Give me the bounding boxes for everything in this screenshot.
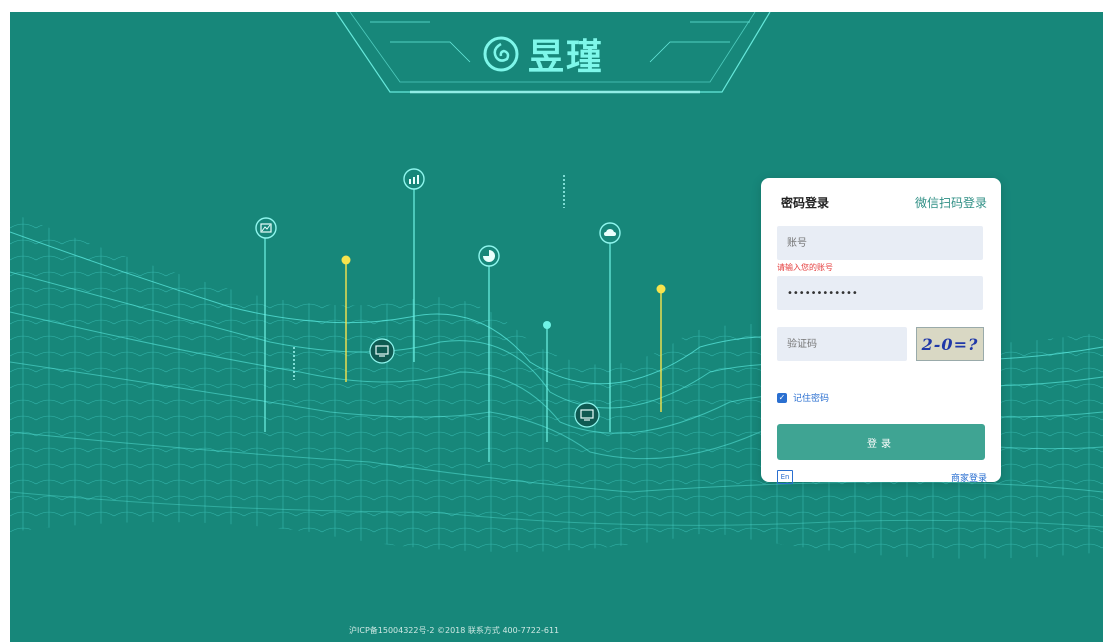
- image-chart-icon: [255, 217, 277, 239]
- pie-chart-icon: [478, 245, 500, 267]
- remember-password[interactable]: ✓ 记住密码: [777, 391, 829, 404]
- background-scene: 昱瑾 密码登录 微信扫码登录 请输入您的账号 2-0=? ✓ 记住密码 登录 E…: [10, 12, 1103, 642]
- swirl-logo-icon: [483, 36, 519, 72]
- account-error-text: 请输入您的账号: [777, 263, 833, 272]
- language-toggle[interactable]: En: [777, 470, 793, 484]
- page: 昱瑾 密码登录 微信扫码登录 请输入您的账号 2-0=? ✓ 记住密码 登录 E…: [0, 0, 1103, 642]
- brand-logo: 昱瑾: [482, 30, 604, 78]
- captcha-input[interactable]: [777, 327, 907, 361]
- remember-checkbox[interactable]: ✓: [777, 392, 787, 403]
- merchant-login-link[interactable]: 商家登录: [951, 471, 987, 484]
- footer-text: 沪ICP备15004322号-2 ©2018 联系方式 400-7722-611: [349, 626, 560, 635]
- bar-chart-icon: [403, 168, 425, 190]
- tab-password-login[interactable]: 密码登录: [781, 194, 829, 211]
- captcha-image[interactable]: 2-0=?: [916, 327, 984, 361]
- brand-name: 昱瑾: [528, 37, 605, 78]
- monitor-icon: [369, 338, 395, 364]
- account-input[interactable]: [777, 226, 983, 260]
- cloud-icon: [599, 222, 621, 244]
- tab-wechat-login[interactable]: 微信扫码登录: [915, 194, 987, 211]
- monitor-icon: [574, 402, 600, 428]
- password-field[interactable]: [777, 276, 983, 310]
- remember-label: 记住密码: [793, 394, 830, 404]
- login-card: 密码登录 微信扫码登录 请输入您的账号 2-0=? ✓ 记住密码 登录 En 商…: [761, 178, 1001, 484]
- login-button[interactable]: 登录: [777, 424, 985, 460]
